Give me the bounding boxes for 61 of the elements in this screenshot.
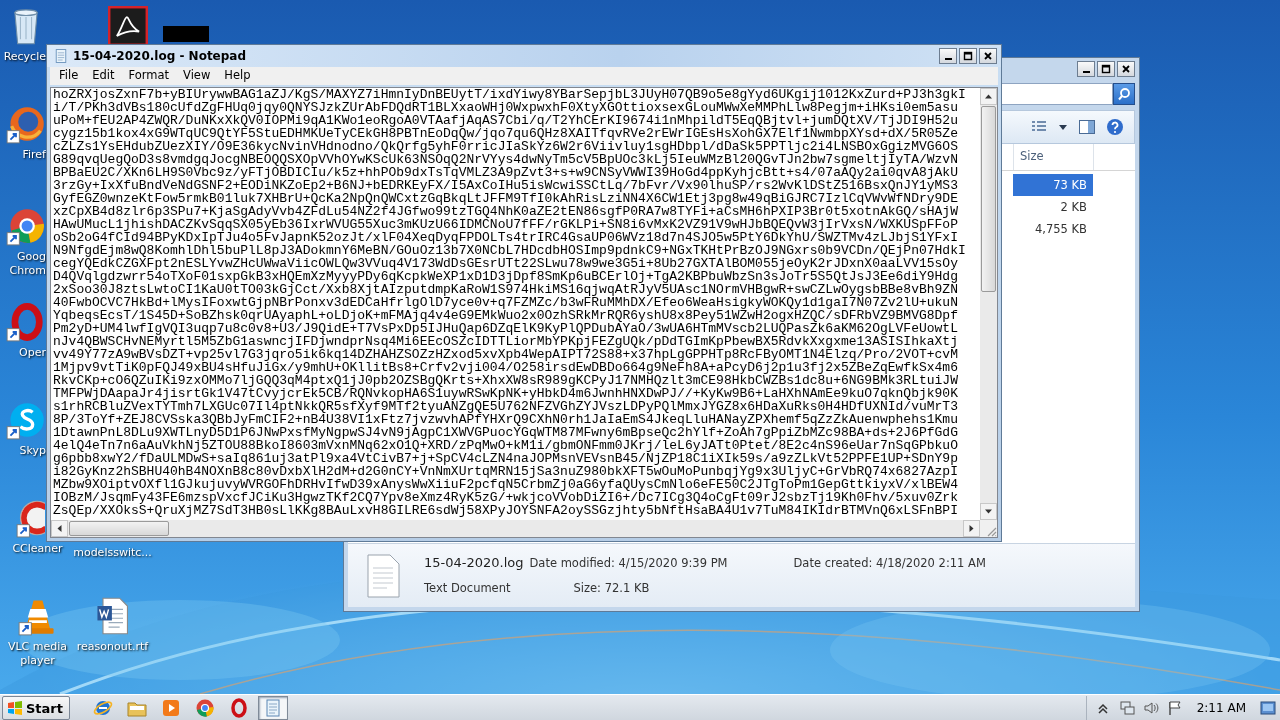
ring-icon[interactable]	[6, 302, 46, 342]
maximize-button[interactable]	[1097, 61, 1115, 77]
close-button[interactable]	[979, 48, 997, 64]
clock[interactable]: 2:11 AM	[1190, 701, 1252, 715]
desktop-icon-label[interactable]: Recycle	[3, 50, 46, 64]
close-button[interactable]	[1117, 61, 1135, 77]
browser-icon[interactable]	[6, 104, 46, 144]
network-icon[interactable]	[1118, 700, 1135, 716]
menu-item[interactable]: Format	[121, 67, 177, 85]
menu-item[interactable]: Help	[217, 67, 258, 85]
left-arrow-icon	[56, 525, 63, 532]
app-icon[interactable]	[107, 6, 148, 46]
size-cell[interactable]: 73 KB	[1013, 174, 1093, 196]
date-modified: Date modified: 4/15/2020 9:39 PM	[529, 555, 728, 570]
window-title: 15-04-2020.log - Notepad	[73, 49, 247, 63]
size-cell[interactable]: 4,755 KB	[1013, 218, 1093, 240]
close-icon	[1121, 64, 1131, 74]
help-icon[interactable]	[1106, 118, 1124, 136]
close-icon	[983, 51, 993, 61]
flag-icon[interactable]	[1166, 700, 1183, 716]
chat-icon[interactable]	[6, 400, 46, 440]
search-button[interactable]	[1113, 83, 1135, 105]
taskbar-button[interactable]	[258, 696, 288, 720]
text-file-icon	[365, 553, 401, 598]
maximize-icon	[1101, 64, 1111, 74]
notepad-icon	[53, 48, 69, 64]
resize-grip-icon[interactable]	[985, 525, 997, 537]
minimize-icon	[1082, 71, 1090, 73]
desktop-icon-label[interactable]: Firef	[22, 148, 46, 162]
menu-item[interactable]: File	[52, 67, 86, 85]
maximize-icon	[963, 51, 973, 61]
ring-icon	[229, 698, 249, 718]
notepad-icon	[263, 698, 283, 718]
volume-icon[interactable]	[1142, 700, 1159, 716]
file-name: 15-04-2020.log	[424, 555, 524, 571]
desktop-icon-label[interactable]: Oper	[19, 346, 46, 360]
up-arrow-icon	[985, 93, 992, 100]
minimize-button[interactable]	[939, 48, 957, 64]
menu-item[interactable]: Edit	[85, 67, 122, 85]
file-size: Size: 72.1 KB	[572, 581, 651, 596]
show-desktop-icon[interactable]	[1260, 698, 1276, 718]
start-button[interactable]: Start	[2, 696, 70, 720]
right-arrow-icon	[968, 525, 975, 532]
column-header[interactable]: Size	[1013, 144, 1093, 170]
minimize-icon	[944, 58, 952, 60]
desktop-icon-label[interactable]: Goog Chrom	[9, 250, 46, 278]
down-arrow-icon	[985, 508, 992, 515]
file-type: Text Document	[424, 581, 512, 596]
minimize-button[interactable]	[1077, 61, 1095, 77]
preview-pane-icon[interactable]	[1078, 118, 1096, 136]
vertical-scrollbar[interactable]	[980, 88, 997, 520]
search-icon	[1117, 87, 1131, 101]
windows-logo-icon	[7, 700, 23, 716]
date-created: Date created: 4/18/2020 2:11 AM	[792, 555, 987, 570]
browser-icon[interactable]	[6, 206, 46, 246]
maximize-button[interactable]	[959, 48, 977, 64]
size-cell[interactable]: 2 KB	[1013, 196, 1093, 218]
horizontal-scrollbar[interactable]	[51, 520, 980, 537]
desktop-icon-label[interactable]: Skyp	[19, 444, 46, 458]
menu-item[interactable]: View	[176, 67, 218, 85]
address-field[interactable]	[999, 83, 1113, 105]
